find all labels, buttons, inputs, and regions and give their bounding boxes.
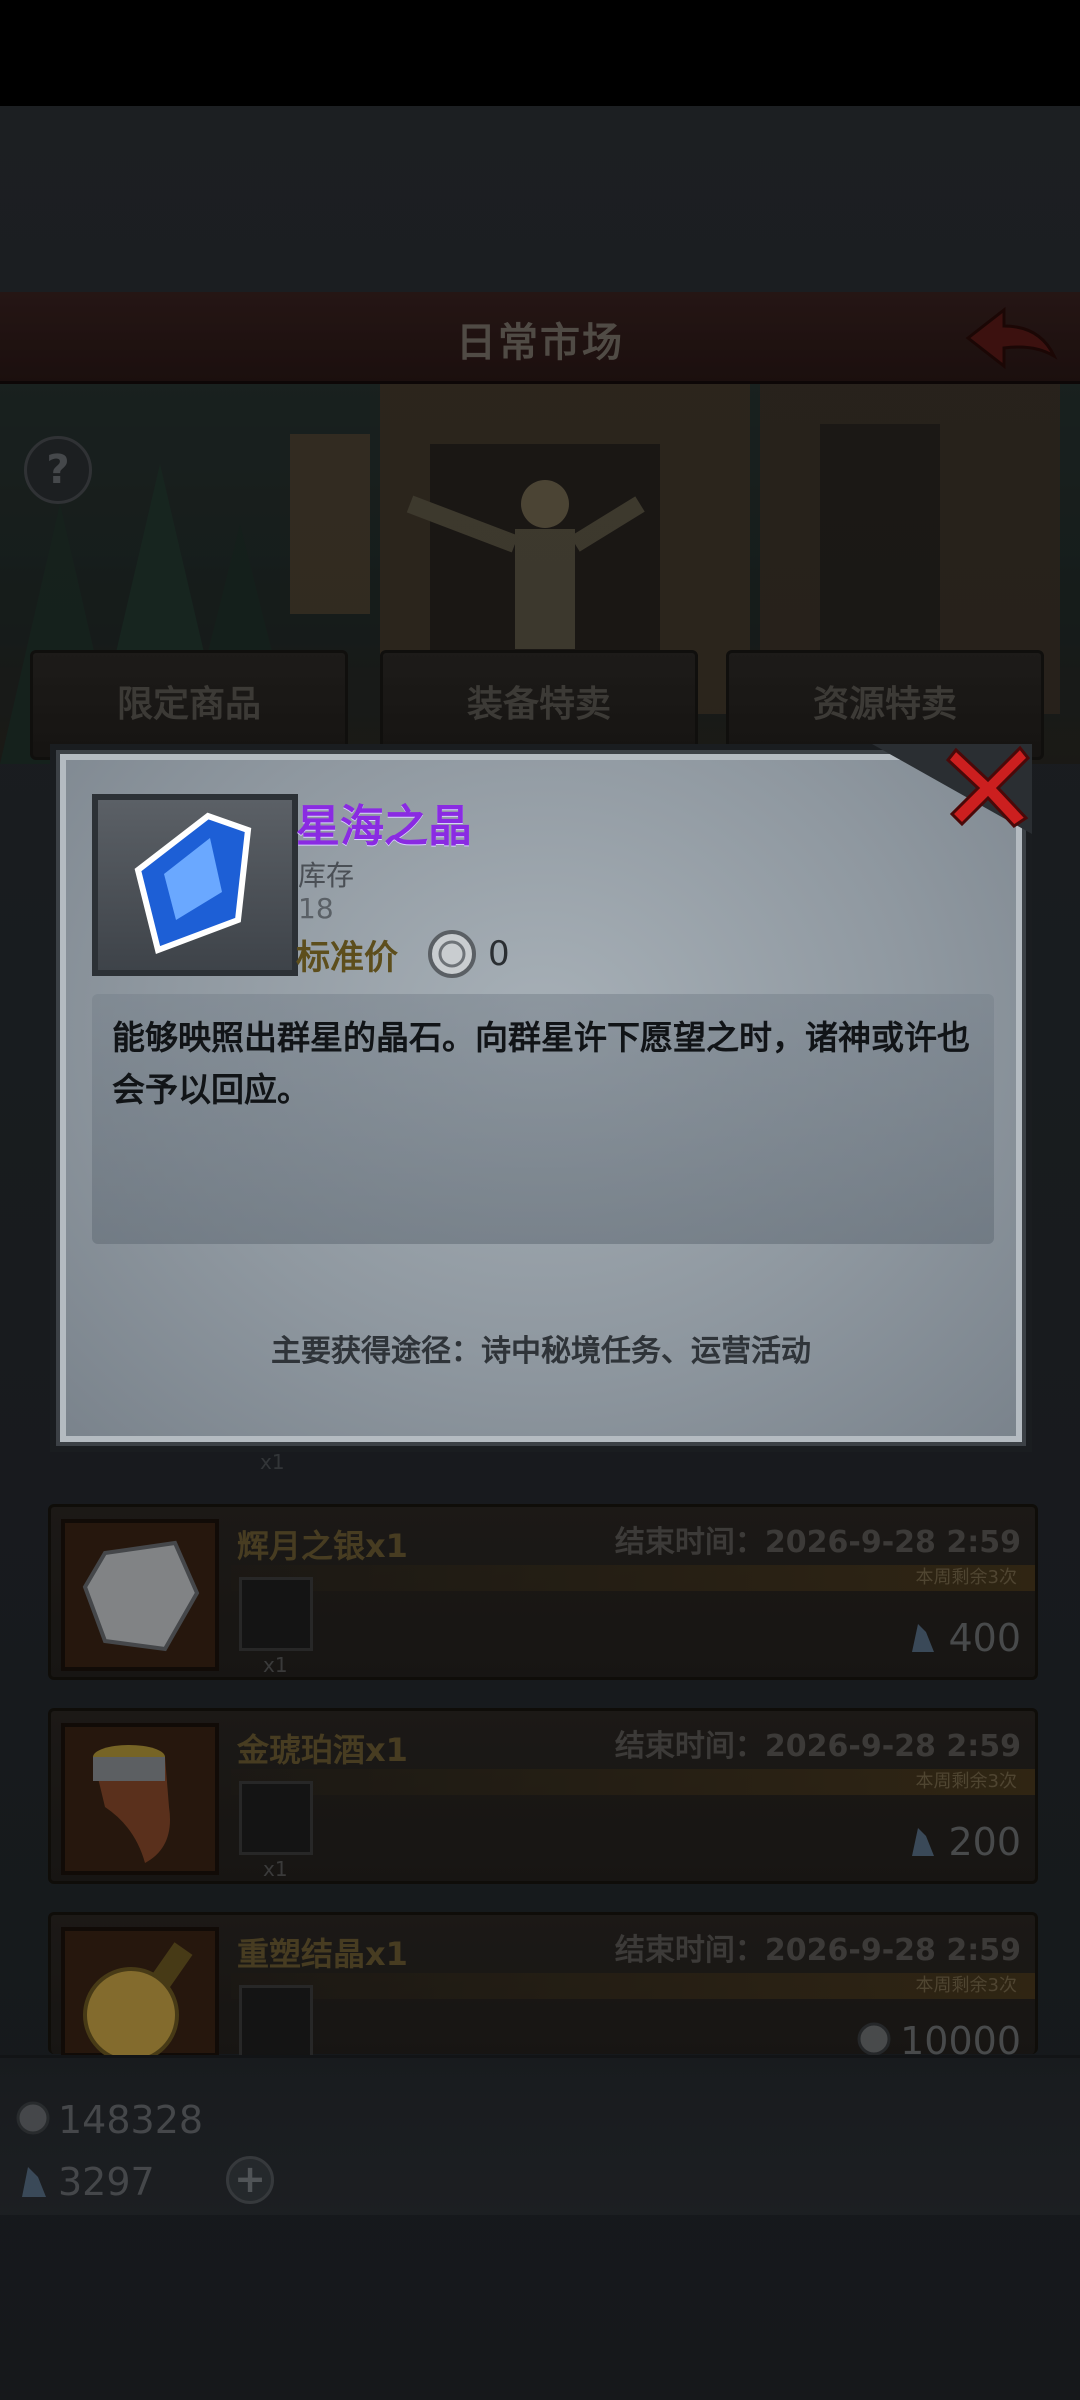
star-sea-crystal-icon xyxy=(134,812,252,954)
acquisition-source: 主要获得途径：诗中秘境任务、运营活动 xyxy=(271,1334,811,1369)
standard-price-label: 标准价 xyxy=(296,938,398,978)
stock-value: 18 xyxy=(298,892,334,925)
item-description: 能够映照出群星的晶石。向群星许下愿望之时，诸神或许也会予以回应。 xyxy=(112,1018,970,1109)
stock-label: 库存 xyxy=(298,859,355,892)
standard-price-value: 0 xyxy=(488,934,510,974)
item-detail-modal: 星海之晶 库存 18 标准价 0 能够映照出群星的晶石。向群星许下愿望之时，诸神… xyxy=(50,744,1032,1452)
item-name: 星海之晶 xyxy=(296,801,472,852)
close-icon[interactable] xyxy=(944,740,1034,830)
item-icon-frame xyxy=(92,794,298,976)
coin-icon xyxy=(428,930,476,978)
